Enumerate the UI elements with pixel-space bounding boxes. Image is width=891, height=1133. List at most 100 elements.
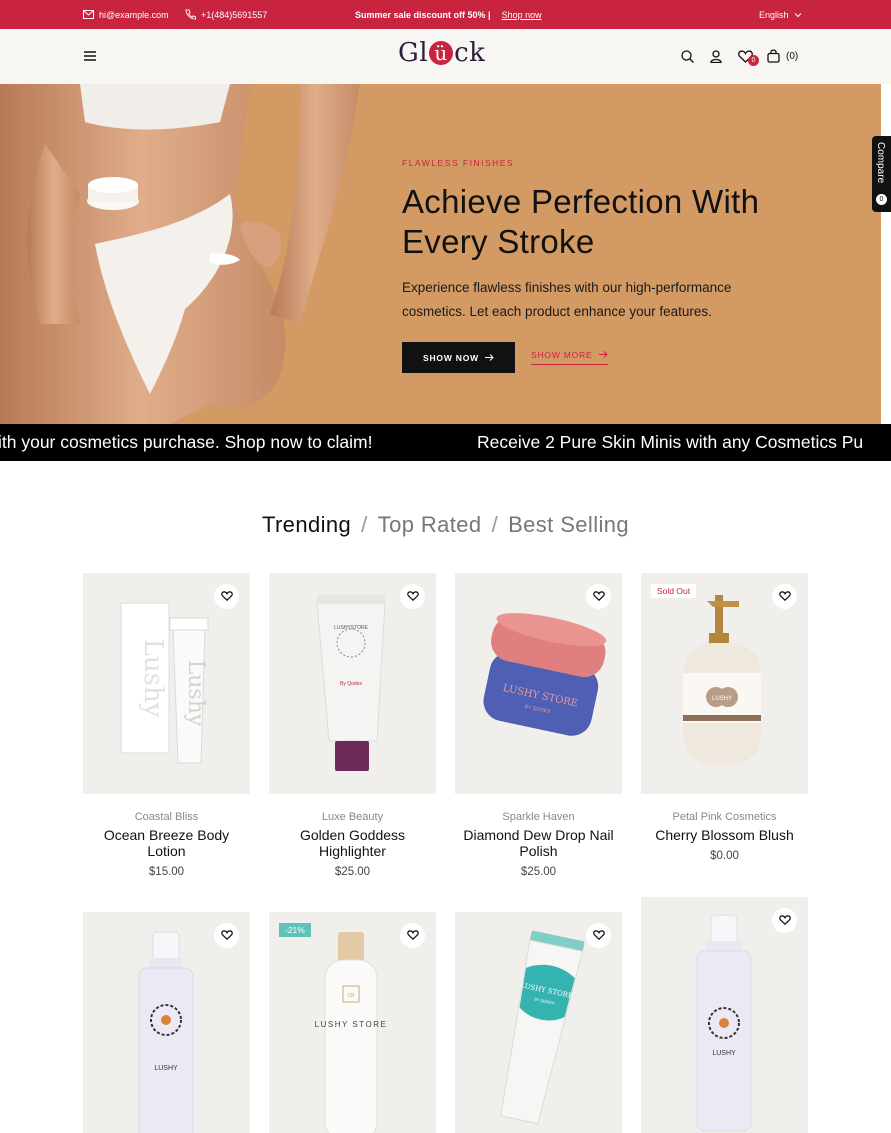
wishlist-count-badge: 0 (748, 55, 759, 66)
show-more-link[interactable]: SHOW MORE (531, 350, 608, 365)
promo-marquee: ith your cosmetics purchase. Shop now to… (0, 424, 891, 461)
product-price: $15.00 (148, 866, 185, 878)
show-now-button[interactable]: SHOW NOW (402, 342, 515, 373)
tab-separator: / (361, 512, 368, 537)
hero-description: Experience flawless finishes with our hi… (402, 280, 732, 319)
hero-eyebrow: FLAWLESS FINISHES (402, 158, 515, 168)
heart-icon (220, 588, 233, 606)
product-image[interactable]: LUSHY Sold Out (641, 573, 808, 794)
marquee-text: ith your cosmetics purchase. Shop now to… (0, 432, 373, 452)
tube-label: Lushy (138, 639, 168, 718)
product-label-text: LUSHY (712, 696, 732, 702)
product-price: $25.00 (520, 866, 557, 878)
promo-text: Summer sale discount off 50% | (355, 9, 491, 20)
product-name[interactable]: Ocean Breeze Body Lotion (83, 827, 250, 859)
product-brand: Luxe Beauty (321, 811, 384, 823)
arrow-right-icon (598, 350, 608, 360)
product-card[interactable]: LUSHY (641, 897, 808, 1133)
cart-count[interactable]: (0) (786, 51, 798, 62)
tab-best-selling[interactable]: Best Selling (508, 512, 629, 537)
marquee-text: Receive 2 Pure Skin Minis with any Cosme… (477, 432, 864, 452)
product-image[interactable]: Lushy Lushy (83, 573, 250, 794)
heart-icon (778, 912, 791, 930)
promo-message: Summer sale discount off 50% | Shop now (355, 0, 542, 29)
wishlist-button[interactable] (214, 584, 239, 609)
hero-banner: FLAWLESS FINISHES Achieve Perfection Wit… (0, 84, 881, 424)
product-name[interactable]: Diamond Dew Drop Nail Polish (455, 827, 622, 859)
product-name[interactable]: Cherry Blossom Blush (641, 827, 808, 843)
product-card[interactable]: LUSHY (83, 912, 250, 1133)
language-label: English (759, 9, 789, 20)
wishlist-button[interactable] (214, 923, 239, 948)
product-image[interactable]: LUSHY STORE BY QODEX (455, 573, 622, 794)
discount-badge: -21% (279, 923, 311, 937)
phone-contact[interactable]: +1(484)5691557 (185, 0, 267, 29)
heart-icon (220, 927, 233, 945)
shop-now-link[interactable]: Shop now (502, 10, 542, 20)
product-image[interactable]: LUSHY (83, 912, 250, 1133)
wishlist-button[interactable] (586, 584, 611, 609)
tab-trending[interactable]: Trending (262, 512, 351, 537)
product-label-text: LUSHY (154, 1065, 178, 1072)
logo-text-left: Gl (398, 38, 429, 68)
product-image[interactable]: LUSHY (641, 897, 808, 1133)
product-image[interactable]: LUSHYSTORE By Qodex (269, 573, 436, 794)
product-brand: Petal Pink Cosmetics (672, 811, 777, 823)
product-image[interactable]: LUSHY STORE BY QODEX (455, 912, 622, 1133)
wishlist-button[interactable] (772, 584, 797, 609)
product-brand: Coastal Bliss (134, 811, 199, 823)
mail-icon (83, 10, 94, 19)
chevron-down-icon (794, 12, 802, 18)
compare-label: Compare (875, 142, 886, 184)
product-name[interactable]: Golden Goddess Highlighter (269, 827, 436, 859)
email-contact[interactable]: hi@example.com (83, 0, 169, 29)
product-brand: Sparkle Haven (502, 811, 575, 823)
product-label-text: LUSHY STORE (315, 1020, 388, 1029)
product-card[interactable]: CB LUSHY STORE -21% (269, 912, 436, 1133)
product-tabs: Trending / Top Rated / Best Selling (0, 512, 891, 538)
hero-model-image (0, 84, 360, 424)
compare-tab[interactable]: Compare 0 (872, 136, 891, 212)
menu-icon[interactable] (83, 50, 97, 62)
tube-label: Lushy (183, 660, 208, 727)
phone-text: +1(484)5691557 (201, 9, 268, 20)
logo[interactable]: Gl ü ck (398, 38, 485, 68)
product-image[interactable]: CB LUSHY STORE -21% (269, 912, 436, 1133)
user-icon[interactable] (709, 49, 723, 64)
logo-mark: ü (429, 41, 454, 65)
product-card[interactable]: Lushy Lushy Coastal Bliss Ocean Breeze B… (83, 573, 250, 878)
product-price: $25.00 (334, 866, 371, 878)
show-more-label: SHOW MORE (531, 350, 593, 360)
heart-icon (778, 588, 791, 606)
product-label-text: LUSHYSTORE (334, 625, 368, 631)
tab-top-rated[interactable]: Top Rated (378, 512, 482, 537)
hero-title: Achieve Perfection With Every Stroke (402, 183, 760, 260)
logo-text-right: ck (454, 38, 486, 68)
show-now-label: SHOW NOW (423, 352, 479, 363)
bag-icon[interactable] (766, 48, 780, 63)
heart-icon (406, 588, 419, 606)
announcement-bar: hi@example.com +1(484)5691557 Summer sal… (0, 0, 891, 29)
product-card[interactable]: LUSHYSTORE By Qodex Luxe Beauty Golden G… (269, 573, 436, 878)
product-label-text: By Qodex (340, 681, 362, 687)
product-price: $0.00 (710, 850, 739, 862)
product-card[interactable]: LUSHY Sold Out Petal Pink Cosmetics Cher… (641, 573, 808, 862)
sold-out-badge: Sold Out (651, 584, 697, 598)
wishlist-button[interactable] (586, 923, 611, 948)
email-text: hi@example.com (99, 9, 169, 20)
heart-icon (406, 927, 419, 945)
product-label-text: CB (348, 993, 356, 999)
heart-icon (592, 588, 605, 606)
tab-separator: / (491, 512, 499, 537)
product-card[interactable]: LUSHY STORE BY QODEX (455, 912, 622, 1133)
product-card[interactable]: LUSHY STORE BY QODEX Sparkle Haven Diamo… (455, 573, 622, 878)
wishlist-button[interactable] (772, 908, 797, 933)
compare-count: 0 (876, 194, 887, 205)
search-icon[interactable] (680, 49, 695, 64)
wishlist-button[interactable] (400, 923, 425, 948)
phone-icon (185, 9, 196, 20)
language-selector[interactable]: English (759, 0, 802, 29)
wishlist-button[interactable] (400, 584, 425, 609)
product-label-text: LUSHY (712, 1050, 736, 1057)
heart-icon (592, 927, 605, 945)
